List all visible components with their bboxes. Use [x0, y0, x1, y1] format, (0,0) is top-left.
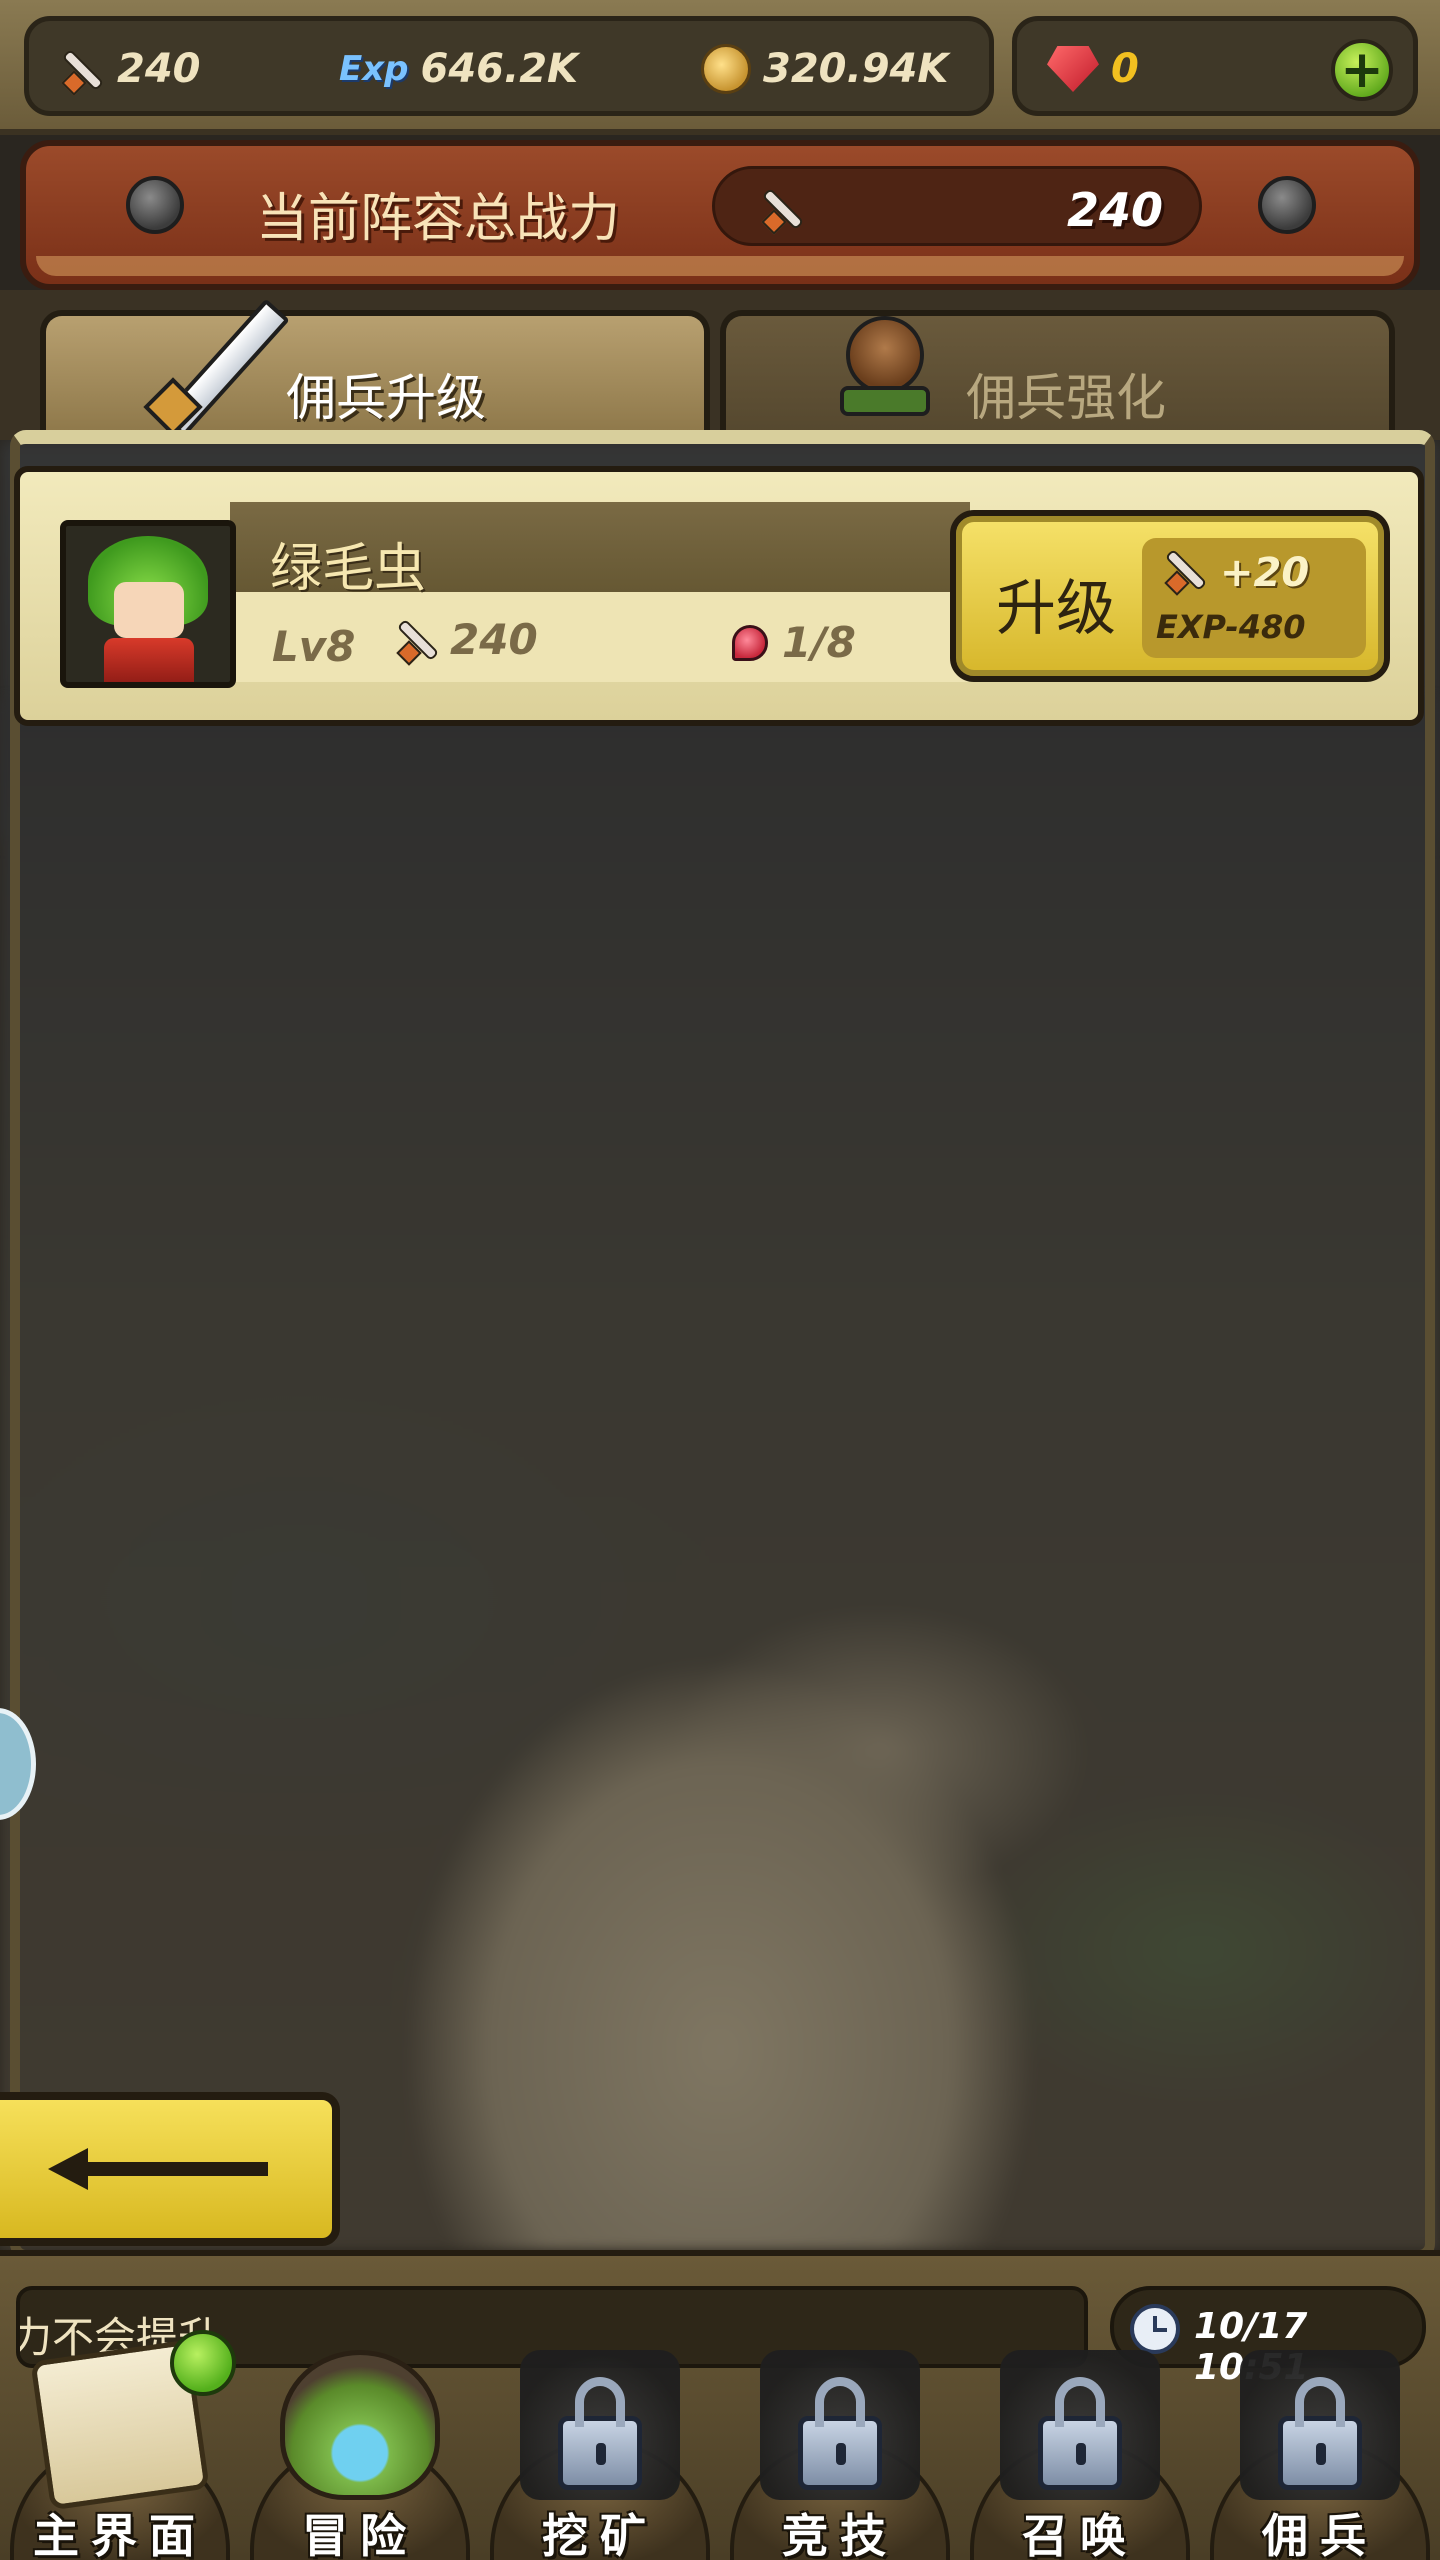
lock-icon [1038, 2377, 1122, 2490]
tab-label: 佣兵强化 [966, 369, 1166, 427]
team-power-banner: 当前阵容总战力 240 [20, 140, 1420, 290]
gem-resource: 0 [1047, 41, 1139, 97]
nav-adventure[interactable]: 冒险 [240, 2330, 480, 2560]
gem-icon [1047, 46, 1099, 92]
gem-value: 0 [1111, 46, 1139, 92]
blacksmith-icon [826, 296, 936, 416]
nav-label: 佣兵 [1262, 2509, 1378, 2560]
lock-icon [1278, 2377, 1362, 2490]
nav-label: 竞技 [782, 2509, 898, 2560]
gold-resource: 320.94K [701, 41, 948, 97]
upgrade-exp-cost: EXP-480 [1156, 608, 1306, 646]
mercenary-power: 240 [390, 614, 538, 664]
team-power-value: 240 [1066, 183, 1163, 237]
nav-label: 主界面 [33, 2509, 207, 2560]
fragment-icon [732, 624, 768, 661]
nav-summon[interactable]: 召唤 [960, 2330, 1200, 2560]
bolt-icon [1258, 176, 1316, 234]
back-arrow-icon [48, 2148, 268, 2190]
notification-dot [170, 2330, 236, 2396]
island-icon [280, 2350, 440, 2500]
tab-mercenary-upgrade[interactable]: 佣兵升级 [40, 310, 710, 440]
mercenary-portrait[interactable] [60, 520, 236, 688]
bottom-navigation: 主界面 冒险 挖矿 竞技 召唤 佣兵 [0, 2330, 1440, 2560]
mercenary-name: 绿毛虫 [270, 539, 427, 599]
nav-main[interactable]: 主界面 [0, 2330, 240, 2560]
sword-icon [390, 614, 440, 664]
gem-panel: 0 + [1012, 16, 1418, 116]
mercenary-fragments: 1/8 [732, 618, 856, 667]
add-gems-button[interactable]: + [1331, 39, 1393, 101]
nav-arena[interactable]: 竞技 [720, 2330, 960, 2560]
upgrade-power-gain: +20 [1220, 550, 1310, 596]
nav-mining[interactable]: 挖矿 [480, 2330, 720, 2560]
exp-resource: Exp 646.2K [339, 41, 578, 97]
coin-icon [701, 44, 751, 94]
portrait-body [104, 638, 194, 682]
tab-label: 佣兵升级 [286, 369, 486, 427]
upgrade-label: 升级 [996, 574, 1116, 644]
tab-mercenary-enhance[interactable]: 佣兵强化 [720, 310, 1395, 440]
team-power-box: 240 [712, 166, 1202, 246]
back-button[interactable] [0, 2092, 340, 2246]
sword-icon [55, 44, 105, 94]
nav-label: 冒险 [302, 2509, 418, 2560]
exp-value: 646.2K [420, 46, 579, 92]
mercenary-level: Lv8 [272, 622, 356, 671]
gold-value: 320.94K [763, 46, 949, 92]
banner-title: 当前阵容总战力 [256, 189, 621, 249]
nav-label: 挖矿 [542, 2509, 658, 2560]
lock-icon [558, 2377, 642, 2490]
exp-icon: Exp [339, 49, 409, 89]
power-resource: 240 [55, 41, 201, 97]
nav-mercenary[interactable]: 佣兵 [1200, 2330, 1440, 2560]
bolt-icon [126, 176, 184, 234]
tab-bar: 佣兵升级 佣兵强化 [0, 290, 1440, 440]
upgrade-info: +20 EXP-480 [1142, 538, 1366, 658]
mercenary-fragments-value: 1/8 [782, 618, 856, 667]
sword-icon [136, 296, 266, 426]
resource-panel: 240 Exp 646.2K 320.94K [24, 16, 994, 116]
nav-label: 召唤 [1022, 2509, 1138, 2560]
resource-bar: 240 Exp 646.2K 320.94K 0 + [0, 0, 1440, 135]
lock-icon [798, 2377, 882, 2490]
upgrade-button[interactable]: 升级 +20 EXP-480 [950, 510, 1390, 682]
power-value: 240 [117, 46, 201, 92]
portrait-face [114, 582, 184, 638]
mercenary-power-value: 240 [450, 614, 538, 664]
sword-icon [1158, 544, 1208, 594]
sword-icon [755, 183, 805, 233]
